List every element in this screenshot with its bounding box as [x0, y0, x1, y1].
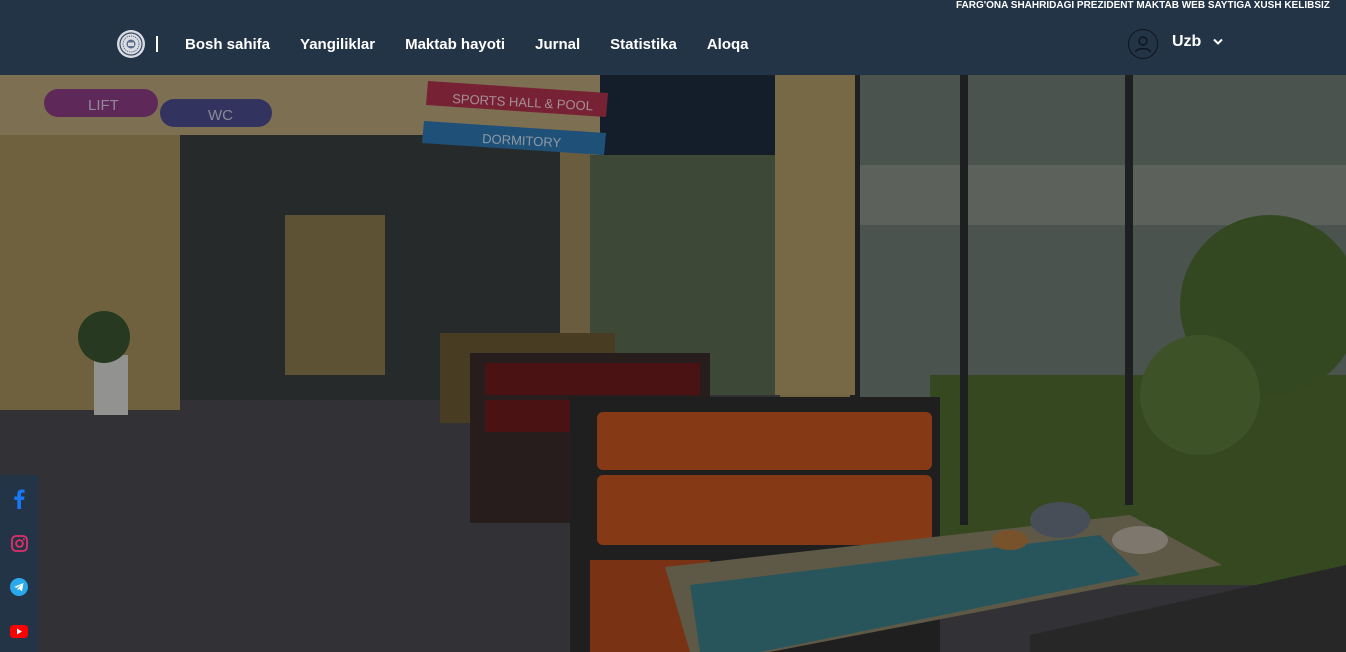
- school-emblem-icon: [119, 32, 143, 56]
- hero-photo: LIFT WC SPORTS HALL & POOL DORMITORY: [0, 75, 1346, 652]
- language-selector[interactable]: Uzb: [1172, 33, 1224, 51]
- nav-maktab-hayoti[interactable]: Maktab hayoti: [405, 33, 505, 57]
- instagram-link[interactable]: [7, 531, 31, 555]
- nav-jurnal[interactable]: Jurnal: [535, 33, 580, 57]
- welcome-ticker: FARG'ONA SHAHRIDAGI PREZIDENT MAKTAB WEB…: [956, 0, 1346, 12]
- logo-divider: [156, 36, 158, 52]
- facebook-link[interactable]: [7, 487, 31, 511]
- telegram-icon: [10, 578, 28, 596]
- welcome-ticker-text: FARG'ONA SHAHRIDAGI PREZIDENT MAKTAB WEB…: [956, 0, 1330, 11]
- facebook-icon: [14, 489, 25, 509]
- nav-bosh-sahifa[interactable]: Bosh sahifa: [185, 33, 270, 57]
- youtube-icon: [10, 624, 28, 638]
- hero-image: LIFT WC SPORTS HALL & POOL DORMITORY: [0, 75, 1346, 652]
- user-account-button[interactable]: [1128, 29, 1158, 59]
- main-nav: Bosh sahifa Yangiliklar Maktab hayoti Ju…: [185, 33, 749, 57]
- user-circle-icon: [1134, 36, 1152, 53]
- chevron-down-icon: [1213, 38, 1224, 45]
- instagram-icon: [10, 534, 28, 552]
- telegram-link[interactable]: [7, 575, 31, 599]
- header-bar: FARG'ONA SHAHRIDAGI PREZIDENT MAKTAB WEB…: [0, 0, 1346, 75]
- nav-yangiliklar[interactable]: Yangiliklar: [300, 33, 375, 57]
- nav-aloqa[interactable]: Aloqa: [707, 33, 749, 57]
- school-logo[interactable]: [117, 30, 145, 58]
- youtube-link[interactable]: [7, 619, 31, 643]
- language-label: Uzb: [1172, 33, 1202, 50]
- nav-statistika[interactable]: Statistika: [610, 33, 677, 57]
- social-links: [0, 475, 38, 652]
